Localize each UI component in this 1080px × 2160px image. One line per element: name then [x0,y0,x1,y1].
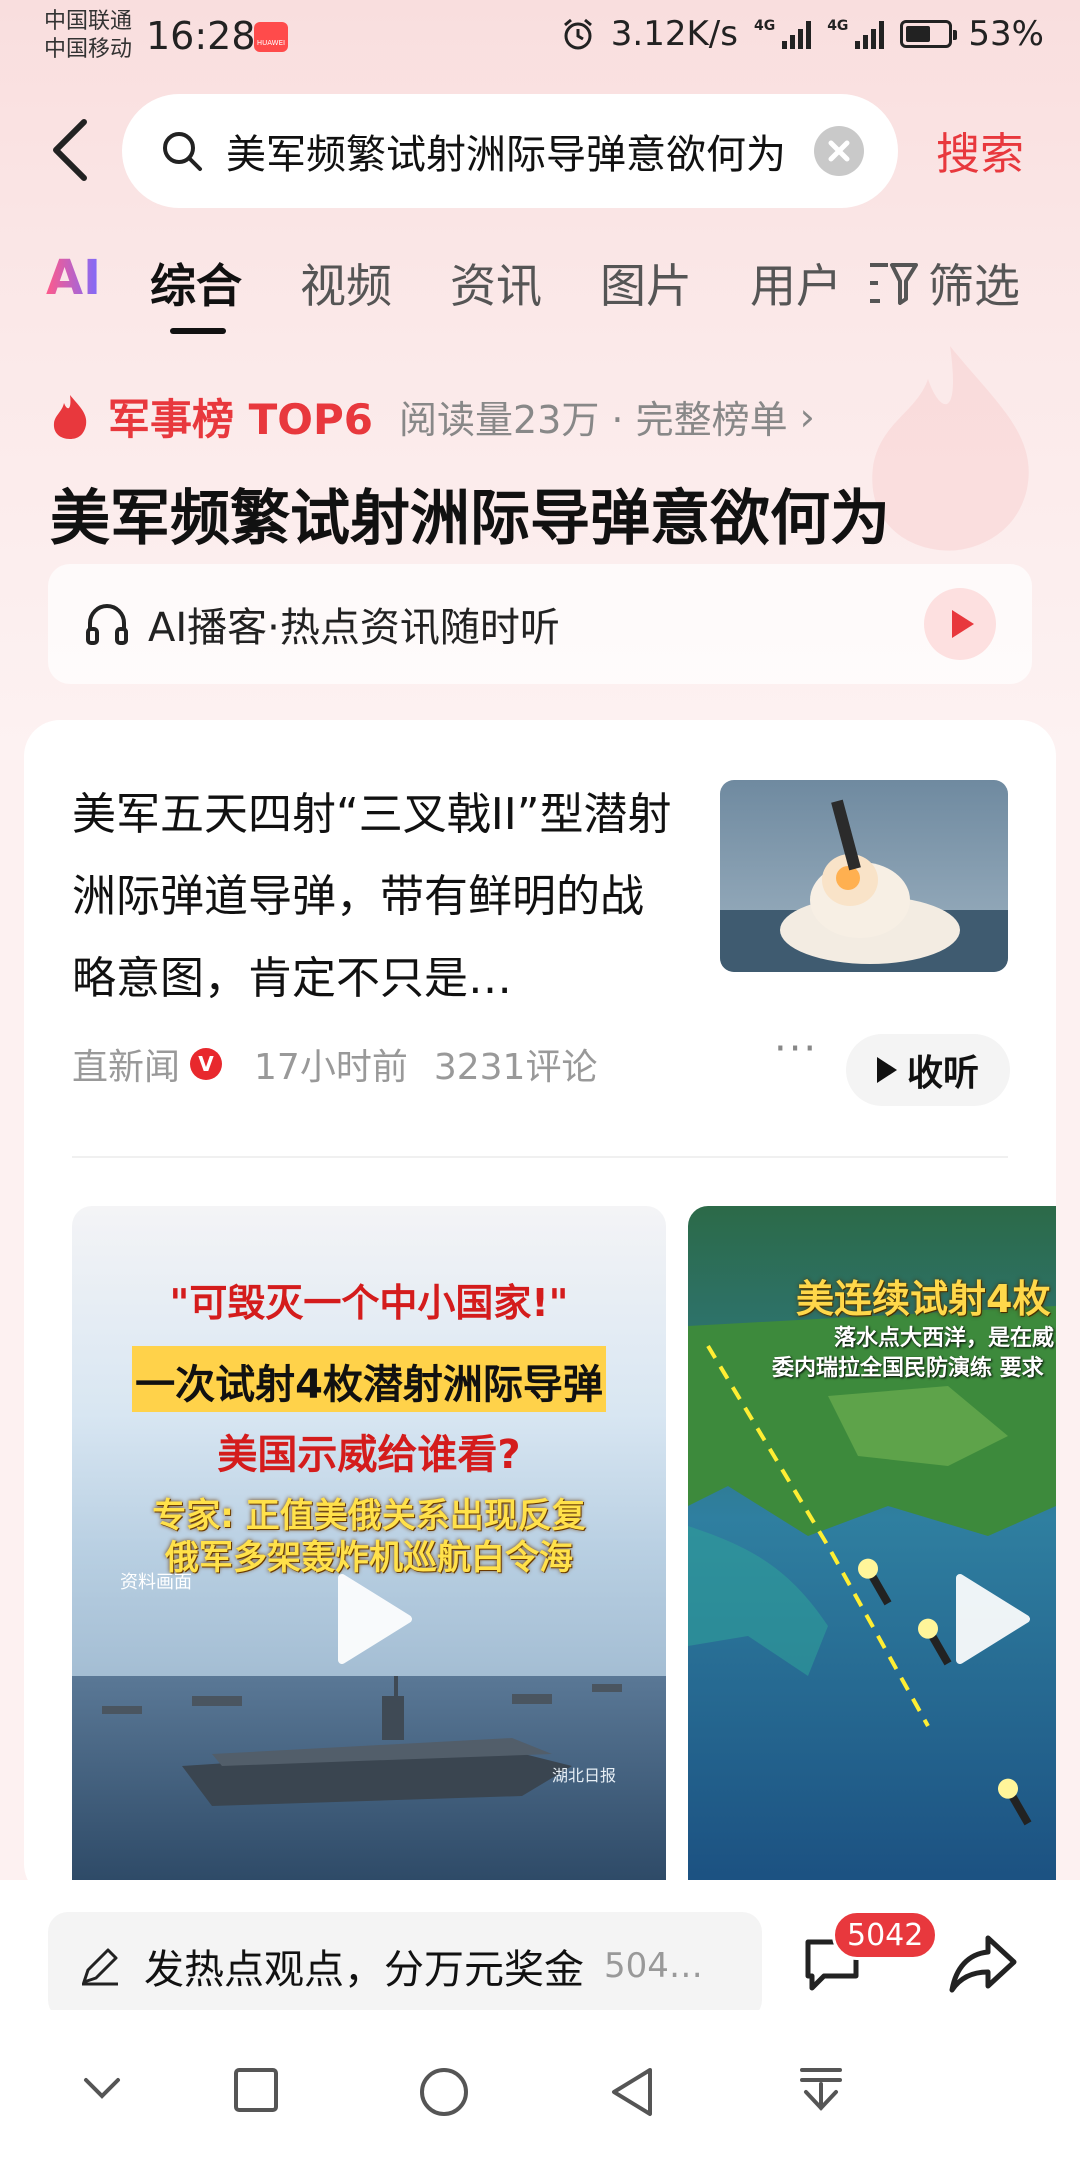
video-1-line-1: "可毁灭一个中小国家!" [169,1281,569,1325]
play-icon [876,1057,897,1083]
network-speed: 3.12K/s [610,14,738,54]
article-time: 17小时前 [254,1047,408,1088]
comment-input[interactable]: 发热点观点，分万元奖金 504… [48,1912,762,2020]
pen-icon [82,1948,118,1986]
battery-level: 53% [968,14,1044,54]
comment-extra: 504… [604,1946,703,1986]
ai-podcast-bar[interactable]: AI播客·热点资讯随时听 [48,564,1032,684]
tab-news[interactable]: 资讯 [450,250,542,316]
headphone-icon [86,604,128,645]
listen-button[interactable]: 收听 [846,1034,1010,1106]
status-bar: 中国联通 中国移动 16:28 HUAWEI 3.12K/s 4G 4G 53% [0,0,1080,76]
rank-label: 军事榜 TOP6 [108,395,373,444]
podcast-label: AI播客·热点资讯随时听 [148,605,560,651]
video-2-line-1: 美连续试射4枚 [796,1277,1051,1321]
alarm-icon [563,18,592,50]
status-indicators: 3.12K/s 4G 4G 53% [561,14,1044,54]
recent-apps-icon[interactable] [232,2066,280,2114]
search-icon [163,132,202,171]
tab-images[interactable]: 图片 [600,250,692,316]
divider [72,1156,1008,1158]
missile-launch-thumbnail[interactable] [720,780,1008,972]
bottom-comment-bar: 发热点观点，分万元奖金 504… 5042 [0,1880,1080,2020]
play-icon[interactable] [334,1572,414,1666]
signal-icon: 4G [827,18,885,49]
play-icon[interactable] [924,588,996,660]
article-title[interactable]: 美军五天四射“三叉戟II”型潜射洲际弹道导弹，带有鲜明的战略意图，肯定不只是… [72,774,682,1020]
search-input[interactable]: 美军频繁试射洲际导弹意欲何为 [122,94,898,208]
back-arrow-icon[interactable] [44,112,104,188]
video-1-watermark: 湖北日报 [552,1766,617,1785]
back-icon[interactable] [608,2066,656,2118]
video-1-line-3: 美国示威给谁看? [217,1432,521,1478]
comment-placeholder: 发热点观点，分万元奖金 [144,1947,584,1993]
home-icon[interactable] [418,2066,470,2118]
video-1-caption: 资料画面 [120,1572,192,1593]
hot-topic-title: 美军频繁试射洲际导弹意欲何为 [50,484,890,554]
search-query[interactable]: 美军频繁试射洲际导弹意欲何为 [226,122,786,180]
filter-button[interactable]: 筛选 [868,250,1020,316]
filter-label: 筛选 [928,259,1020,313]
video-card[interactable]: 美连续试射4枚 落水点大西洋，是在威 委内瑞拉全国民防演练 要求 [688,1206,1056,1900]
huawei-app-icon: HUAWEI [254,22,288,52]
system-nav-bar [0,2010,1080,2160]
tab-comprehensive[interactable]: 综合 [150,250,242,316]
article-source[interactable]: 直新闻 [72,1038,180,1090]
signal-icon: 4G [753,18,812,49]
video-1-line-2: 一次试射4枚潜射洲际导弹 [135,1362,603,1408]
more-options-icon[interactable]: ··· [774,1026,818,1072]
play-icon[interactable] [952,1572,1032,1666]
tab-video[interactable]: 视频 [300,250,392,316]
chevron-right-icon: › [799,394,815,439]
video-2-line-2: 落水点大西洋，是在威 [834,1326,1055,1351]
clock: 16:28 [146,14,256,58]
tab-ai[interactable]: AI [46,250,101,306]
filter-icon [870,263,918,305]
carrier-1: 中国联通 [44,9,133,34]
search-tabs: AI 综合 视频 资讯 图片 用户 筛选 [0,250,1080,340]
rank-meta: 阅读量23万 · 完整榜单 [398,398,788,442]
carrier-info: 中国联通 中国移动 [44,8,132,64]
hot-rank-row[interactable]: 军事榜 TOP6 阅读量23万 · 完整榜单 › [50,386,815,447]
comment-count-badge: 5042 [832,1910,939,1960]
notification-pull-icon[interactable] [798,2066,844,2118]
signal-type-1: 4G [753,18,776,34]
share-icon[interactable] [948,1932,1018,1996]
battery-icon [900,20,958,48]
tab-users[interactable]: 用户 [750,250,842,316]
verified-icon: V [190,1048,223,1080]
chevron-down-icon[interactable] [80,2066,124,2110]
search-button[interactable]: 搜索 [936,118,1024,182]
signal-type-2: 4G [827,18,849,34]
result-card: 美军五天四射“三叉戟II”型潜射洲际弹道导弹，带有鲜明的战略意图，肯定不只是… … [24,720,1056,1900]
clear-icon[interactable] [814,126,864,176]
article-comments: 3231评论 [433,1047,598,1088]
video-2-line-3: 委内瑞拉全国民防演练 要求 [772,1356,1044,1381]
video-card[interactable]: "可毁灭一个中小国家!" 一次试射4枚潜射洲际导弹 美国示威给谁看? 专家: 正… [72,1206,666,1900]
active-tab-indicator [170,328,226,334]
carrier-2: 中国移动 [44,37,133,62]
listen-label: 收听 [906,1053,979,1094]
article-meta: 直新闻 V 17小时前 3231评论 [72,1038,597,1090]
fire-icon [53,394,87,439]
